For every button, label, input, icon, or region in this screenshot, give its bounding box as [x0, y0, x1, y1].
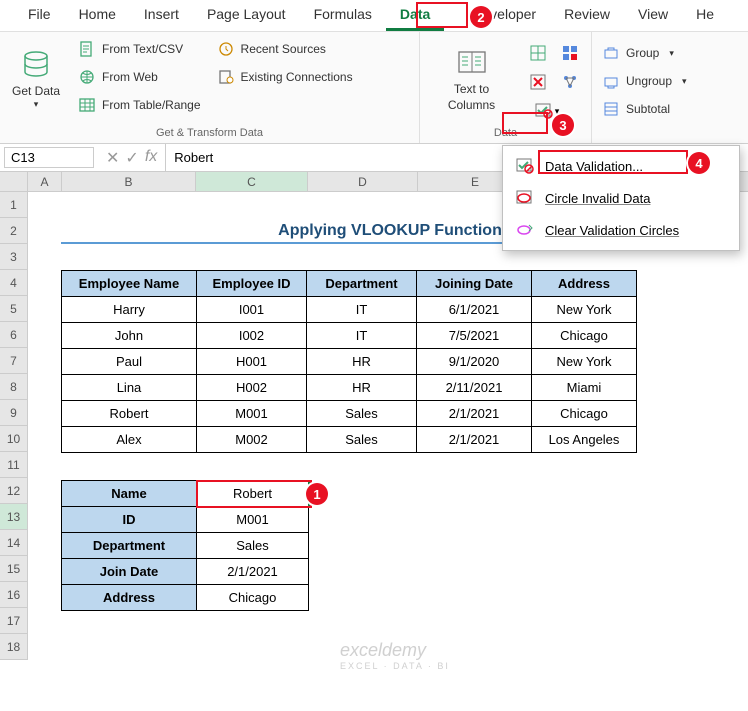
group-button[interactable]: Group ▾	[598, 40, 691, 66]
row-9[interactable]: 9	[0, 400, 27, 426]
clear-circles-icon	[515, 220, 535, 240]
fx-icon[interactable]: fx	[145, 148, 157, 168]
row-headers: 1 2 3 4 5 6 7 8 9 10 11 12 13 14 15 16 1…	[0, 192, 28, 660]
chevron-down-icon: ▾	[34, 99, 39, 111]
tab-page-layout[interactable]: Page Layout	[193, 0, 300, 31]
table-row: RobertM001Sales2/1/2021Chicago	[62, 401, 637, 427]
subtotal-icon	[602, 100, 620, 118]
tab-review[interactable]: Review	[550, 0, 624, 31]
table-row: AlexM002Sales2/1/2021Los Angeles	[62, 427, 637, 453]
col-d[interactable]: D	[308, 172, 418, 191]
tab-data[interactable]: Data	[386, 0, 444, 31]
row-18[interactable]: 18	[0, 634, 27, 660]
globe-icon	[78, 68, 96, 86]
circle-invalid-icon	[515, 188, 535, 208]
col-a[interactable]: A	[28, 172, 62, 191]
lookup-row: NameRobert	[62, 481, 309, 507]
th-emp-name[interactable]: Employee Name	[62, 271, 197, 297]
cell-c13-selected[interactable]: Robert	[197, 481, 309, 507]
ungroup-icon	[602, 72, 620, 90]
row-14[interactable]: 14	[0, 530, 27, 556]
tab-help-cut[interactable]: He	[682, 0, 728, 31]
table-row: JohnI002IT7/5/2021Chicago	[62, 323, 637, 349]
table-header-row: Employee Name Employee ID Department Joi…	[62, 271, 637, 297]
group-icon	[602, 44, 620, 62]
col-b[interactable]: B	[62, 172, 196, 191]
row-12[interactable]: 12	[0, 478, 27, 504]
ribbon-tabs: File Home Insert Page Layout Formulas Da…	[0, 0, 748, 32]
tab-home[interactable]: Home	[65, 0, 130, 31]
database-icon	[20, 50, 52, 82]
select-all[interactable]	[0, 172, 28, 191]
tab-view[interactable]: View	[624, 0, 682, 31]
chevron-down-icon: ▾	[669, 48, 674, 59]
row-2[interactable]: 2	[0, 218, 27, 244]
subtotal-button[interactable]: Subtotal	[598, 96, 691, 122]
table-row: LinaH002HR2/11/2021Miami	[62, 375, 637, 401]
lookup-row: AddressChicago	[62, 585, 309, 611]
cancel-icon[interactable]: ✕	[106, 148, 119, 168]
lookup-row: IDM001	[62, 507, 309, 533]
table-row: HarryI001IT6/1/2021New York	[62, 297, 637, 323]
get-data-label: Get Data	[12, 84, 60, 100]
chevron-down-icon: ▾	[682, 76, 687, 87]
consolidate-icon[interactable]	[557, 42, 583, 64]
row-7[interactable]: 7	[0, 348, 27, 374]
lookup-table: NameRobert IDM001 DepartmentSales Join D…	[61, 480, 309, 611]
text-columns-icon	[456, 48, 488, 80]
th-dept[interactable]: Department	[307, 271, 417, 297]
row-3[interactable]: 3	[0, 244, 27, 270]
row-1[interactable]: 1	[0, 192, 27, 218]
name-box[interactable]: C13	[4, 147, 94, 168]
row-13[interactable]: 13	[0, 504, 27, 530]
recent-sources-button[interactable]: Recent Sources	[213, 36, 357, 62]
row-6[interactable]: 6	[0, 322, 27, 348]
remove-duplicates-icon[interactable]	[525, 71, 551, 93]
menu-circle-invalid[interactable]: Circle Invalid Data	[503, 182, 739, 214]
text-to-columns-button[interactable]: Text to Columns	[426, 36, 517, 125]
get-data-button[interactable]: Get Data ▾	[6, 36, 66, 125]
enter-icon[interactable]: ✓	[125, 148, 138, 168]
lookup-row: Join Date2/1/2021	[62, 559, 309, 585]
lookup-row: DepartmentSales	[62, 533, 309, 559]
existing-connections-button[interactable]: Existing Connections	[213, 64, 357, 90]
menu-clear-circles[interactable]: Clear Validation Circles	[503, 214, 739, 246]
ungroup-button[interactable]: Ungroup ▾	[598, 68, 691, 94]
tab-formulas[interactable]: Formulas	[300, 0, 386, 31]
row-17[interactable]: 17	[0, 608, 27, 634]
tab-file[interactable]: File	[14, 0, 65, 31]
th-join[interactable]: Joining Date	[417, 271, 532, 297]
ribbon: Get Data ▾ From Text/CSV From Web From T…	[0, 32, 748, 144]
table-icon	[78, 96, 96, 114]
from-web-button[interactable]: From Web	[74, 64, 205, 90]
employee-table: Employee Name Employee ID Department Joi…	[61, 270, 637, 453]
col-c[interactable]: C	[196, 172, 308, 191]
row-16[interactable]: 16	[0, 582, 27, 608]
tab-insert[interactable]: Insert	[130, 0, 193, 31]
relationships-icon[interactable]	[557, 71, 583, 93]
flash-fill-icon[interactable]	[525, 42, 551, 64]
row-10[interactable]: 10	[0, 426, 27, 452]
row-5[interactable]: 5	[0, 296, 27, 322]
validation-icon	[515, 156, 535, 176]
from-text-csv-button[interactable]: From Text/CSV	[74, 36, 205, 62]
from-table-range-button[interactable]: From Table/Range	[74, 92, 205, 118]
th-addr[interactable]: Address	[532, 271, 637, 297]
callout-2: 2	[470, 6, 492, 28]
connection-icon	[217, 68, 235, 86]
clock-icon	[217, 40, 235, 58]
table-row: PaulH001HR9/1/2020New York	[62, 349, 637, 375]
callout-3: 3	[552, 114, 574, 136]
cells-area[interactable]: Applying VLOOKUP Function Employee Name …	[28, 192, 748, 660]
row-15[interactable]: 15	[0, 556, 27, 582]
row-4[interactable]: 4	[0, 270, 27, 296]
group-label-get-transform: Get & Transform Data	[6, 125, 413, 141]
callout-1: 1	[306, 483, 328, 505]
th-emp-id[interactable]: Employee ID	[197, 271, 307, 297]
row-8[interactable]: 8	[0, 374, 27, 400]
file-text-icon	[78, 40, 96, 58]
callout-4: 4	[688, 152, 710, 174]
watermark: exceldemy EXCEL · DATA · BI	[340, 640, 450, 671]
row-11[interactable]: 11	[0, 452, 27, 478]
